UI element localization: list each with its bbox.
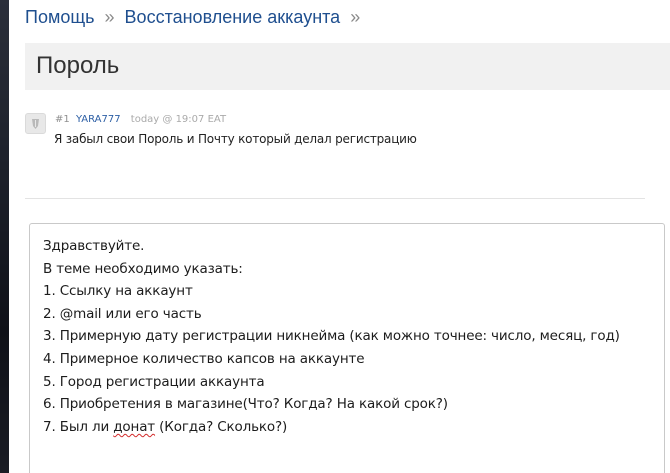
breadcrumb-link-account-recovery[interactable]: Восстановление аккаунта xyxy=(125,7,341,28)
post-body: Я забыл свои Пороль и Почту который дела… xyxy=(54,132,417,146)
post-meta: #1 YARA777 today @ 19:07 EAT xyxy=(55,114,226,125)
reply-line: 1. Ссылку на аккаунт xyxy=(43,283,193,300)
background-edge xyxy=(0,0,9,473)
breadcrumb-link-help[interactable]: Помощь xyxy=(25,7,95,28)
reply-line: 6. Приобретения в магазине(Что? Когда? Н… xyxy=(43,396,448,413)
post-timestamp: today @ 19:07 EAT xyxy=(130,114,227,125)
reply-textarea[interactable]: Здравствуйте. В теме необходимо указать:… xyxy=(29,223,665,473)
reply-line: 5. Город регистрации аккаунта xyxy=(43,373,265,390)
default-avatar-icon xyxy=(32,119,39,129)
reply-line: 3. Примерную дату регистрации никнейма (… xyxy=(43,328,620,345)
reply-line: 4. Примерное количество капсов на аккаун… xyxy=(43,350,365,367)
divider xyxy=(25,198,645,199)
spellcheck-misspelled-word[interactable]: донат xyxy=(113,419,155,435)
breadcrumb-separator: » xyxy=(104,6,115,27)
reply-text: 7. Был ли xyxy=(43,418,114,435)
topic-title-bar: Пороль xyxy=(25,43,670,90)
reply-line: В теме необходимо указать: xyxy=(43,260,243,277)
avatar[interactable] xyxy=(25,113,46,134)
forum-page: Помощь » Восстановление аккаунта » Порол… xyxy=(0,0,670,473)
post-author[interactable]: YARA777 xyxy=(76,114,121,125)
reply-line-last: 7. Был ли донат (Когда? Сколько?) xyxy=(43,416,664,439)
breadcrumb: Помощь » Восстановление аккаунта » xyxy=(25,5,370,29)
post-number[interactable]: #1 xyxy=(55,114,70,125)
reply-text: (Когда? Сколько?) xyxy=(155,418,288,435)
breadcrumb-separator: » xyxy=(350,6,361,27)
page-title: Пороль xyxy=(36,52,120,79)
post: #1 YARA777 today @ 19:07 EAT Я забыл сво… xyxy=(25,113,645,153)
reply-line: 2. @mail или его часть xyxy=(43,305,202,322)
reply-line: Здравствуйте. xyxy=(43,238,145,254)
